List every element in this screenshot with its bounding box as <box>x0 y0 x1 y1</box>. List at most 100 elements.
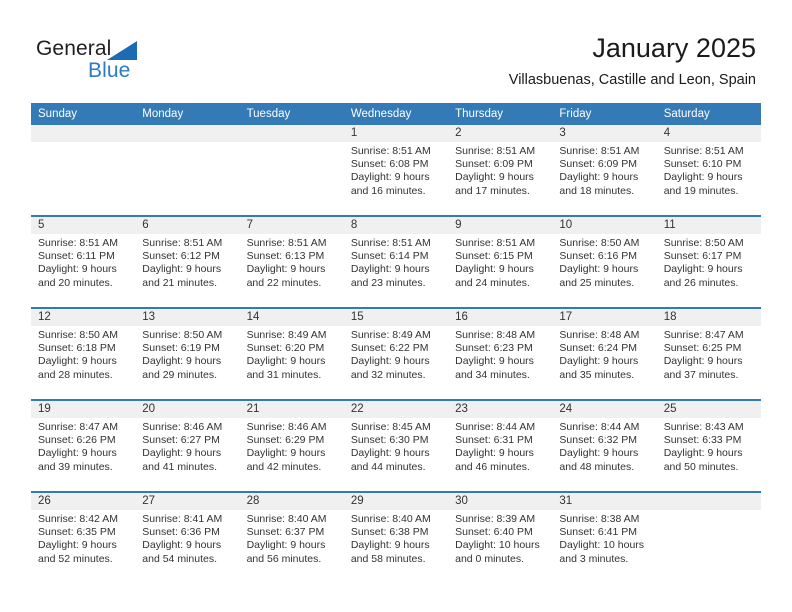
day-info-line: Sunset: 6:41 PM <box>559 526 638 539</box>
day-number[interactable]: 20 <box>135 401 239 418</box>
day-number[interactable]: 21 <box>240 401 344 418</box>
day-info-line: Sunrise: 8:47 AM <box>38 421 118 433</box>
day-info-line: Sunset: 6:12 PM <box>142 250 220 263</box>
day-info-line: Sunset: 6:29 PM <box>246 434 325 447</box>
day-cell[interactable]: Sunrise: 8:47 AM Sunset: 6:26 PM Daylight:… <box>31 418 135 491</box>
day-cell[interactable]: Sunrise: 8:41 AM Sunset: 6:36 PM Daylight:… <box>135 510 239 583</box>
day-cell[interactable]: Sunrise: 8:44 AM Sunset: 6:31 PM Daylight:… <box>448 418 552 491</box>
day-info-line: Daylight: 9 hours <box>350 539 430 552</box>
day-number[interactable]: 10 <box>552 217 656 234</box>
generalblue-logo[interactable]: General Blue <box>36 37 236 87</box>
day-number[interactable]: 6 <box>135 217 239 234</box>
day-cell[interactable]: Sunrise: 8:50 AM Sunset: 6:18 PM Daylight:… <box>31 326 135 399</box>
day-cell[interactable]: Sunrise: 8:48 AM Sunset: 6:23 PM Daylight:… <box>448 326 552 399</box>
day-number[interactable]: 11 <box>657 217 761 234</box>
day-number[interactable]: 23 <box>448 401 552 418</box>
day-cell[interactable]: Sunrise: 8:40 AM Sunset: 6:37 PM Daylight:… <box>240 510 344 583</box>
day-info-line: and 54 minutes. <box>142 552 217 565</box>
day-cell[interactable]: Sunrise: 8:39 AM Sunset: 6:40 PM Daylight:… <box>448 510 552 583</box>
day-info-line: and 17 minutes. <box>455 184 530 197</box>
day-info-line: and 19 minutes. <box>663 184 739 197</box>
day-cell[interactable]: Sunrise: 8:49 AM Sunset: 6:20 PM Daylight:… <box>240 326 344 399</box>
day-info-line: Daylight: 9 hours <box>455 263 534 276</box>
day-info-line: Daylight: 9 hours <box>142 355 222 368</box>
day-number[interactable]: 12 <box>31 309 135 326</box>
day-info-line: Sunset: 6:23 PM <box>455 342 533 355</box>
day-cell[interactable]: Sunrise: 8:47 AM Sunset: 6:25 PM Daylight:… <box>657 326 761 399</box>
page-title: January 2025 <box>592 33 756 63</box>
day-number[interactable]: 5 <box>31 217 135 234</box>
day-info-line: Sunset: 6:35 PM <box>38 526 116 539</box>
day-cell[interactable]: Sunrise: 8:46 AM Sunset: 6:27 PM Daylight:… <box>135 418 239 491</box>
day-cell[interactable]: Sunrise: 8:51 AM Sunset: 6:08 PM Daylight:… <box>344 142 448 215</box>
day-cell[interactable]: Sunrise: 8:51 AM Sunset: 6:10 PM Daylight:… <box>657 142 761 215</box>
day-cell[interactable]: Sunrise: 8:51 AM Sunset: 6:11 PM Daylight:… <box>31 234 135 307</box>
day-cell[interactable]: Sunrise: 8:50 AM Sunset: 6:17 PM Daylight:… <box>657 234 761 307</box>
day-info-line: Sunrise: 8:51 AM <box>455 237 536 249</box>
day-number[interactable]: 13 <box>135 309 239 326</box>
day-cell[interactable]: Sunrise: 8:51 AM Sunset: 6:09 PM Daylight:… <box>552 142 656 215</box>
day-cell[interactable]: Sunrise: 8:42 AM Sunset: 6:35 PM Daylight:… <box>31 510 135 583</box>
day-number[interactable]: 17 <box>552 309 656 326</box>
day-number[interactable]: 15 <box>344 309 448 326</box>
day-cell[interactable]: Sunrise: 8:49 AM Sunset: 6:22 PM Daylight:… <box>344 326 448 399</box>
day-info-line: and 56 minutes. <box>246 552 322 565</box>
day-info-line: Daylight: 9 hours <box>142 263 222 276</box>
day-cell[interactable]: Sunrise: 8:48 AM Sunset: 6:24 PM Daylight:… <box>552 326 656 399</box>
day-number-empty <box>240 125 344 142</box>
day-number-band: 5 6 7 8 9 10 11 <box>31 217 761 234</box>
day-info-line: Daylight: 9 hours <box>38 355 117 368</box>
day-number[interactable]: 2 <box>448 125 552 142</box>
day-info-line: Sunset: 6:09 PM <box>559 158 638 171</box>
day-number[interactable]: 16 <box>448 309 552 326</box>
day-number[interactable]: 29 <box>344 493 448 510</box>
day-cell[interactable]: Sunrise: 8:45 AM Sunset: 6:30 PM Daylight:… <box>344 418 448 491</box>
day-cell-empty <box>135 142 239 215</box>
day-number[interactable]: 3 <box>552 125 656 142</box>
day-number[interactable]: 1 <box>344 125 448 142</box>
day-number[interactable]: 22 <box>344 401 448 418</box>
day-info-line: Sunset: 6:15 PM <box>455 250 533 263</box>
day-info-line: and 41 minutes. <box>142 460 217 473</box>
day-cell[interactable]: Sunrise: 8:46 AM Sunset: 6:29 PM Daylight:… <box>240 418 344 491</box>
day-info-line: and 26 minutes. <box>663 276 739 289</box>
day-info-line: Daylight: 9 hours <box>38 447 117 460</box>
day-number[interactable]: 28 <box>240 493 344 510</box>
day-cell[interactable]: Sunrise: 8:51 AM Sunset: 6:15 PM Daylight:… <box>448 234 552 307</box>
day-cell[interactable]: Sunrise: 8:51 AM Sunset: 6:12 PM Daylight:… <box>135 234 239 307</box>
weekday-header-thursday: Thursday <box>455 108 504 120</box>
day-number[interactable]: 14 <box>240 309 344 326</box>
day-cell[interactable]: Sunrise: 8:51 AM Sunset: 6:14 PM Daylight:… <box>344 234 448 307</box>
day-info-line: Daylight: 9 hours <box>246 355 326 368</box>
day-cell[interactable]: Sunrise: 8:50 AM Sunset: 6:16 PM Daylight:… <box>552 234 656 307</box>
day-info-line: Daylight: 9 hours <box>455 171 534 184</box>
day-number[interactable]: 30 <box>448 493 552 510</box>
day-number[interactable]: 27 <box>135 493 239 510</box>
day-number[interactable]: 7 <box>240 217 344 234</box>
calendar-week-row: 19 20 21 22 23 24 25 Sunrise: 8:47 AM Sunset: 6:… <box>31 399 761 491</box>
day-cell[interactable]: Sunrise: 8:51 AM Sunset: 6:09 PM Daylight:… <box>448 142 552 215</box>
weekday-header-friday: Friday <box>559 108 592 120</box>
day-cell[interactable]: Sunrise: 8:44 AM Sunset: 6:32 PM Daylight:… <box>552 418 656 491</box>
day-cell[interactable]: Sunrise: 8:43 AM Sunset: 6:33 PM Daylight:… <box>657 418 761 491</box>
day-number[interactable]: 9 <box>448 217 552 234</box>
day-info-line: and 28 minutes. <box>38 368 113 381</box>
day-info-line: and 18 minutes. <box>559 184 635 197</box>
day-number[interactable]: 18 <box>657 309 761 326</box>
day-number[interactable]: 19 <box>31 401 135 418</box>
day-number[interactable]: 26 <box>31 493 135 510</box>
day-cell[interactable]: Sunrise: 8:51 AM Sunset: 6:13 PM Daylight:… <box>240 234 344 307</box>
day-info-line: Sunset: 6:37 PM <box>246 526 325 539</box>
day-info-line: Daylight: 9 hours <box>455 447 534 460</box>
day-cell[interactable]: Sunrise: 8:40 AM Sunset: 6:38 PM Daylight:… <box>344 510 448 583</box>
day-info-line: and 31 minutes. <box>246 368 322 381</box>
day-number[interactable]: 4 <box>657 125 761 142</box>
day-number[interactable]: 8 <box>344 217 448 234</box>
day-cell[interactable]: Sunrise: 8:50 AM Sunset: 6:19 PM Daylight:… <box>135 326 239 399</box>
day-info-line: Daylight: 9 hours <box>246 539 326 552</box>
day-number[interactable]: 25 <box>657 401 761 418</box>
day-number[interactable]: 24 <box>552 401 656 418</box>
day-number[interactable]: 31 <box>552 493 656 510</box>
day-info-line: Sunset: 6:11 PM <box>38 250 115 263</box>
day-cell[interactable]: Sunrise: 8:38 AM Sunset: 6:41 PM Daylight:… <box>552 510 656 583</box>
